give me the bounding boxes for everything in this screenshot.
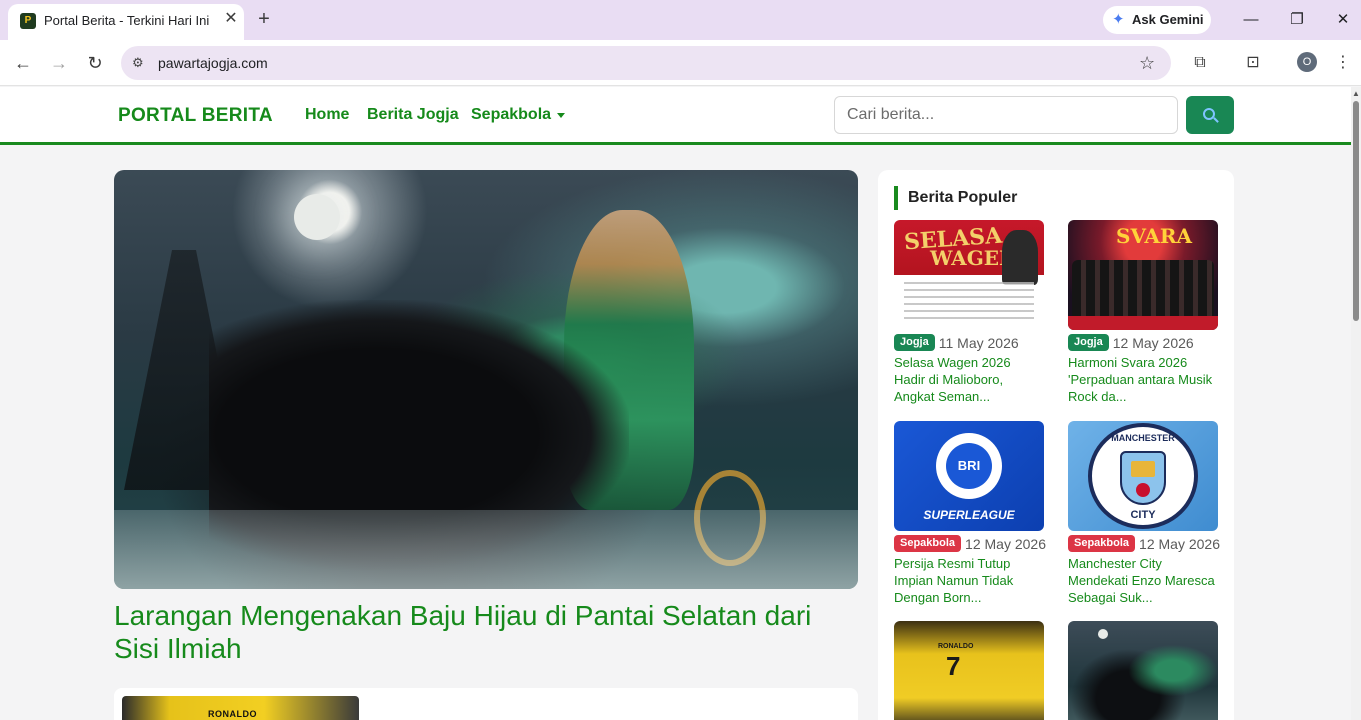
hero-moon (294, 194, 340, 240)
extensions-icon[interactable]: ⧉ (1188, 51, 1212, 75)
popular-item-thumbnail[interactable]: MANCHESTER CITY (1068, 421, 1218, 531)
thumb-art-text: RONALDO (938, 643, 974, 650)
nav-link-sepakbola[interactable]: Sepakbola (471, 106, 551, 124)
thumb-art-text: 7 (946, 651, 961, 681)
popular-item-meta: Sepakbola 12 May 2026 (1068, 535, 1220, 553)
nav-link-home[interactable]: Home (305, 106, 349, 124)
popular-item-title[interactable]: Manchester City Mendekati Enzo Maresca S… (1068, 555, 1218, 606)
crest-ship (1131, 461, 1155, 477)
publish-date: 12 May 2026 (1112, 335, 1194, 351)
close-window-button[interactable]: ✕ (1328, 8, 1358, 32)
thumb-art-crowd (1072, 260, 1214, 316)
popular-item-title[interactable]: Selasa Wagen 2026 Hadir di Malioboro, An… (894, 354, 1044, 405)
popular-item-thumbnail[interactable]: SVARA (1068, 220, 1218, 330)
site-info-icon[interactable]: ⚙ (132, 54, 144, 72)
thumb-art-moon (1098, 629, 1108, 639)
article-card[interactable]: RONALDO (114, 688, 858, 720)
popular-item-meta: Jogja 11 May 2026 (894, 334, 1044, 352)
popular-news-title: Berita Populer (908, 189, 1018, 206)
popular-item-thumbnail[interactable]: SELASA WAGEN (894, 220, 1044, 330)
site-navbar: PORTAL BERITA Home Berita Jogja Sepakbol… (0, 87, 1351, 145)
popular-item-thumbnail[interactable]: BRI SUPERLEAGUE (894, 421, 1044, 531)
reload-icon[interactable]: ↻ (81, 50, 109, 76)
thumb-art-lines (904, 282, 1034, 322)
article-thumbnail-text: RONALDO (208, 709, 257, 719)
thumb-art-text: SVARA (1116, 224, 1193, 248)
back-arrow-icon[interactable]: ← (9, 50, 37, 76)
dropdown-caret-icon[interactable] (557, 113, 565, 118)
address-bar[interactable]: ⚙ pawartajogja.com ☆ (121, 46, 1171, 80)
browser-menu-icon[interactable]: ⋮ (1331, 51, 1355, 75)
category-badge[interactable]: Sepakbola (894, 535, 962, 552)
section-accent-bar (894, 186, 898, 210)
category-badge[interactable]: Sepakbola (1068, 535, 1136, 552)
article-thumbnail[interactable]: RONALDO (122, 696, 359, 720)
crest-rose (1136, 483, 1150, 497)
browser-tab-strip: P Portal Berita - Terkini Hari Ini ✕ + ✦… (0, 0, 1361, 40)
new-tab-button[interactable]: + (254, 8, 274, 30)
tab-search-icon[interactable]: ⊡ (1241, 51, 1265, 75)
thumb-art-text: SUPERLEAGUE (923, 508, 1015, 522)
publish-date: 12 May 2026 (1139, 536, 1220, 552)
site-favicon-icon: P (20, 13, 36, 29)
tab-title: Portal Berita - Terkini Hari Ini (44, 13, 210, 28)
minimize-window-button[interactable]: — (1236, 8, 1266, 32)
league-logo-mark: BRI (946, 443, 992, 489)
restore-window-button[interactable]: ❐ (1282, 8, 1312, 32)
bookmark-star-icon[interactable]: ☆ (1139, 52, 1155, 74)
close-tab-icon[interactable]: ✕ (222, 10, 240, 28)
popular-item-thumbnail[interactable] (1068, 621, 1218, 720)
thumb-art-floor (1068, 316, 1218, 330)
category-badge[interactable]: Jogja (894, 334, 935, 351)
headline-title[interactable]: Larangan Mengenakan Baju Hijau di Pantai… (114, 599, 858, 665)
search-icon-handle (1213, 117, 1219, 123)
publish-date: 12 May 2026 (965, 536, 1046, 552)
gemini-sparkle-icon: ✦ (1112, 11, 1125, 28)
hero-wave (114, 510, 858, 589)
scrollbar-thumb[interactable] (1353, 101, 1359, 321)
forward-arrow-icon[interactable]: → (45, 50, 73, 76)
scroll-up-arrow-icon[interactable]: ▲ (1352, 89, 1360, 98)
profile-avatar[interactable]: O (1297, 52, 1317, 72)
ask-gemini-button[interactable]: ✦ Ask Gemini (1103, 6, 1211, 34)
popular-item-thumbnail[interactable]: RONALDO 7 (894, 621, 1044, 720)
crest-shield (1120, 451, 1166, 505)
popular-item-meta: Sepakbola 12 May 2026 (894, 535, 1046, 553)
publish-date: 11 May 2026 (938, 335, 1019, 351)
search-button[interactable] (1186, 96, 1234, 134)
popular-item-title[interactable]: Harmoni Svara 2026 'Perpaduan antara Mus… (1068, 354, 1218, 405)
popular-item-title[interactable]: Persija Resmi Tutup Impian Namun Tidak D… (894, 555, 1044, 606)
league-logo-icon: BRI (936, 433, 1002, 499)
browser-tab-active[interactable]: P Portal Berita - Terkini Hari Ini ✕ (8, 4, 244, 40)
popular-news-sidebar: Berita Populer SELASA WAGEN Jogja 11 May … (878, 170, 1234, 720)
browser-toolbar: ← → ↻ ⚙ pawartajogja.com ☆ ⧉ ⊡ O ⋮ (0, 40, 1361, 86)
nav-link-berita-jogja[interactable]: Berita Jogja (367, 106, 459, 124)
popular-item-meta: Jogja 12 May 2026 (1068, 334, 1218, 352)
headline-image[interactable] (114, 170, 858, 589)
thumb-art-text: MANCHESTER (1111, 433, 1175, 443)
page-scrollbar[interactable]: ▲ (1351, 87, 1361, 720)
thumb-art-text: CITY (1130, 509, 1156, 521)
address-url[interactable]: pawartajogja.com (158, 55, 268, 71)
ask-gemini-label: Ask Gemini (1132, 12, 1204, 27)
category-badge[interactable]: Jogja (1068, 334, 1109, 351)
site-brand-link[interactable]: PORTAL BERITA (118, 105, 273, 127)
search-input[interactable] (834, 96, 1178, 134)
club-crest-icon: MANCHESTER CITY (1088, 423, 1198, 529)
thumb-art-figure (1002, 230, 1038, 285)
